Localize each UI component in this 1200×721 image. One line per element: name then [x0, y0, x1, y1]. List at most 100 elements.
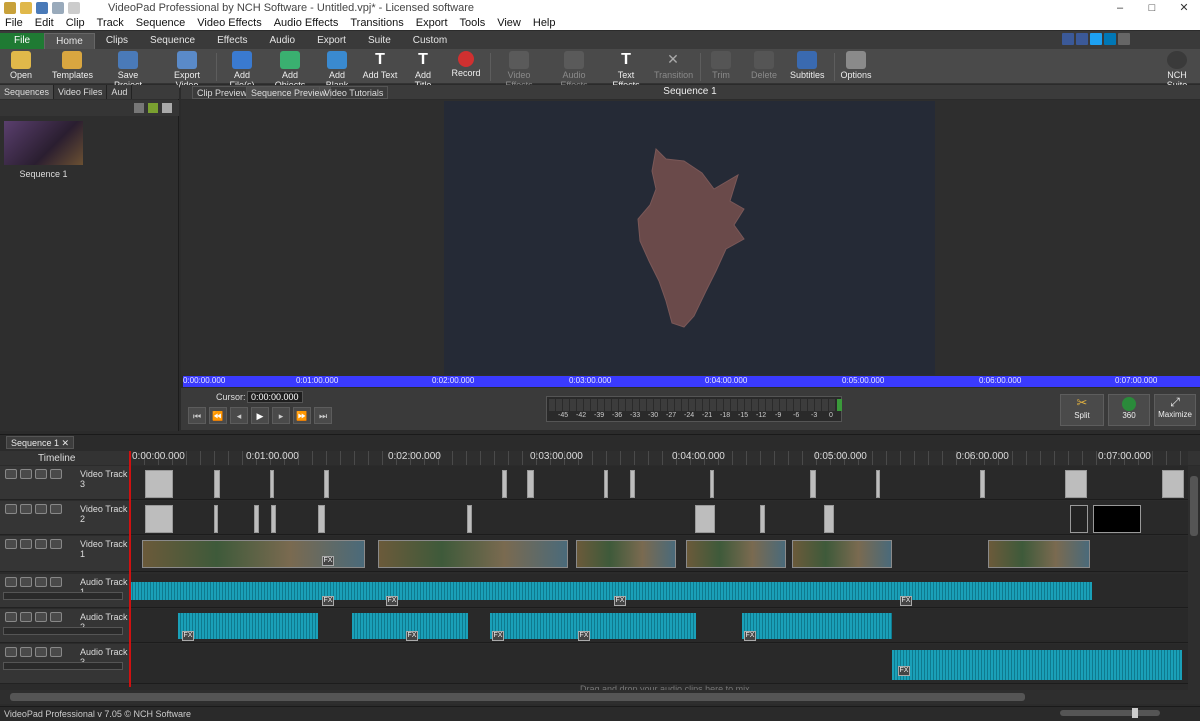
lane-audio-1[interactable]: FX FX FX FX	[130, 574, 1188, 608]
step-back-button[interactable]: ◂	[230, 407, 248, 424]
tab-effects[interactable]: Effects	[206, 33, 258, 49]
list-view-icon[interactable]	[162, 103, 172, 113]
lock-icon[interactable]	[50, 469, 62, 479]
expand-icon[interactable]	[5, 612, 17, 622]
go-to-start-button[interactable]: ⏮	[188, 407, 206, 424]
text-effects-button[interactable]: TText Effects	[604, 51, 648, 90]
360-button[interactable]: 360	[1108, 394, 1150, 426]
expand-icon[interactable]	[5, 539, 17, 549]
volume-slider[interactable]	[3, 627, 123, 635]
eye-icon[interactable]	[20, 469, 32, 479]
trim-button[interactable]: Trim	[708, 51, 734, 83]
video-clip[interactable]	[527, 470, 534, 498]
volume-slider[interactable]	[3, 592, 123, 600]
add-files-button[interactable]: Add File(s)	[222, 51, 262, 90]
video-clip[interactable]	[145, 470, 173, 498]
fx-icon[interactable]: FX	[614, 596, 626, 606]
grid-icon[interactable]	[35, 504, 47, 514]
video-clip[interactable]	[214, 505, 218, 533]
options-button[interactable]: Options	[840, 51, 872, 83]
tab-sequence[interactable]: Sequence	[139, 33, 206, 49]
menu-edit[interactable]: Edit	[35, 16, 54, 30]
grid-icon[interactable]	[35, 577, 47, 587]
video-clip[interactable]	[760, 505, 765, 533]
video-clip[interactable]	[686, 540, 786, 568]
video-clip[interactable]	[1065, 470, 1087, 498]
expand-icon[interactable]	[5, 577, 17, 587]
menu-video-effects[interactable]: Video Effects	[197, 16, 261, 30]
transition-button[interactable]: ✕ Transition	[654, 51, 693, 83]
video-clip[interactable]	[502, 470, 507, 498]
timeline-ruler[interactable]: 0:00:00.000 0:01:00.000 0:02:00.000 0:03…	[130, 451, 1188, 465]
fx-icon[interactable]: FX	[182, 631, 194, 641]
audio-waveform[interactable]	[742, 613, 892, 639]
tab-home[interactable]: Home	[44, 33, 95, 49]
menu-sequence[interactable]: Sequence	[136, 16, 186, 30]
split-button[interactable]: ✂ Split	[1060, 394, 1104, 426]
video-clip[interactable]	[318, 505, 325, 533]
tab-export[interactable]: Export	[306, 33, 357, 49]
video-clip[interactable]	[270, 470, 274, 498]
add-objects-button[interactable]: Add Objects	[268, 51, 312, 90]
grid-icon[interactable]	[35, 469, 47, 479]
delete-button[interactable]: Delete	[750, 51, 778, 83]
fx-icon[interactable]: FX	[492, 631, 504, 641]
restore-button[interactable]: □	[1136, 0, 1168, 16]
menu-audio-effects[interactable]: Audio Effects	[274, 16, 339, 30]
audio-waveform[interactable]	[178, 613, 318, 639]
go-to-end-button[interactable]: ⏭	[314, 407, 332, 424]
grid-icon[interactable]	[35, 612, 47, 622]
lock-icon[interactable]	[50, 539, 62, 549]
video-clip[interactable]	[324, 470, 329, 498]
tab-audio-files[interactable]: Aud	[107, 85, 133, 99]
menu-tools[interactable]: Tools	[460, 16, 486, 30]
volume-slider[interactable]	[3, 662, 123, 670]
video-clip[interactable]	[254, 505, 259, 533]
add-blank-button[interactable]: Add Blank	[318, 51, 356, 90]
video-clip[interactable]	[467, 505, 472, 533]
video-clip[interactable]	[824, 505, 834, 533]
video-clip[interactable]	[378, 540, 568, 568]
video-clip[interactable]	[792, 540, 892, 568]
tab-suite[interactable]: Suite	[357, 33, 402, 49]
audio-waveform[interactable]	[490, 613, 696, 639]
speaker-icon[interactable]	[20, 647, 32, 657]
lock-icon[interactable]	[50, 647, 62, 657]
tab-video-tutorials[interactable]: Video Tutorials	[319, 86, 389, 99]
undo-icon[interactable]	[52, 2, 64, 14]
fx-icon[interactable]: FX	[578, 631, 590, 641]
twitter-icon[interactable]	[1090, 33, 1102, 45]
video-clip[interactable]	[604, 470, 608, 498]
fx-icon[interactable]: FX	[898, 666, 910, 676]
slider-handle[interactable]	[1132, 708, 1138, 718]
audio-waveform[interactable]	[892, 650, 1182, 680]
menu-transitions[interactable]: Transitions	[350, 16, 403, 30]
audio-effects-button[interactable]: Audio Effects	[550, 51, 598, 90]
fx-icon[interactable]: FX	[900, 596, 912, 606]
preview-timeline-ruler[interactable]: 0:00:00.000 0:01:00.000 0:02:00.000 0:03…	[183, 376, 1200, 387]
audio-waveform[interactable]	[130, 582, 1092, 600]
video-clip[interactable]	[214, 470, 220, 498]
facebook-icon[interactable]	[1076, 33, 1088, 45]
video-clip[interactable]	[695, 505, 715, 533]
video-clip[interactable]	[630, 470, 635, 498]
export-video-button[interactable]: Export Video	[164, 51, 210, 90]
expand-icon[interactable]	[5, 504, 17, 514]
lock-icon[interactable]	[50, 504, 62, 514]
menu-track[interactable]: Track	[97, 16, 124, 30]
minimize-button[interactable]: –	[1104, 0, 1136, 16]
video-clip[interactable]	[710, 470, 714, 498]
scrollbar-thumb[interactable]	[1190, 476, 1198, 536]
video-effects-button[interactable]: Video Effects	[496, 51, 542, 90]
lane-audio-2[interactable]: FX FX FX FX FX	[130, 609, 1188, 643]
fx-icon[interactable]: FX	[322, 556, 334, 566]
new-icon[interactable]	[4, 2, 16, 14]
timeline-vertical-scrollbar[interactable]	[1188, 466, 1200, 690]
save-project-button[interactable]: Save Project	[104, 51, 152, 90]
linkedin-icon[interactable]	[1104, 33, 1116, 45]
add-title-button[interactable]: TAdd Title	[406, 51, 440, 90]
fx-icon[interactable]: FX	[322, 596, 334, 606]
tab-file[interactable]: File	[0, 33, 45, 49]
add-folder-icon[interactable]	[148, 103, 158, 113]
timeline-horizontal-scrollbar[interactable]	[0, 690, 1200, 704]
